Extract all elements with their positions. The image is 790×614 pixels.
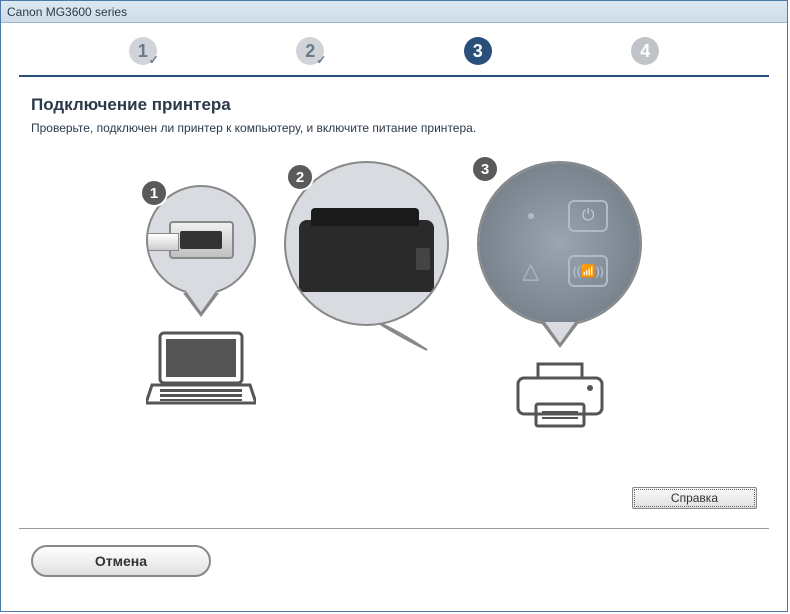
badge-2: 2 bbox=[286, 163, 314, 191]
wizard-steps: 1 2 3 4 bbox=[19, 23, 769, 77]
bubble-tail bbox=[542, 324, 578, 348]
control-panel-bubble-icon: ⏻ △ ((📶)) bbox=[477, 161, 642, 326]
bubble-tail bbox=[183, 293, 219, 317]
power-button-icon: ⏻ bbox=[568, 200, 608, 232]
wireless-button-icon: ((📶)) bbox=[568, 255, 608, 287]
printer-icon bbox=[510, 362, 610, 432]
illustration-area: 1 bbox=[1, 185, 787, 432]
usb-port-icon bbox=[169, 221, 234, 259]
printer-body-icon bbox=[299, 220, 434, 292]
indicator-dot-icon bbox=[528, 213, 534, 219]
page-description: Проверьте, подключен ли принтер к компью… bbox=[31, 121, 757, 135]
bubble-tail-right bbox=[377, 322, 437, 354]
content-area: 1 2 3 4 Подключение принтера Проверьте, … bbox=[1, 23, 787, 611]
illustration-usb-computer: 1 bbox=[146, 185, 256, 409]
illustration-control-panel: 3 ⏻ △ ((📶)) bbox=[477, 161, 642, 432]
page-content: Подключение принтера Проверьте, подключе… bbox=[1, 77, 787, 135]
installer-window: Canon MG3600 series 1 2 3 4 Подключение … bbox=[0, 0, 788, 612]
illustration-printer-side: 2 bbox=[284, 161, 449, 354]
titlebar: Canon MG3600 series bbox=[1, 1, 787, 23]
step-2-done: 2 bbox=[296, 37, 324, 65]
bubble-usb: 1 bbox=[146, 185, 256, 295]
cancel-button-row: Отмена bbox=[31, 545, 211, 577]
step-3-current: 3 bbox=[464, 37, 492, 65]
usb-cable-icon bbox=[146, 233, 179, 251]
divider bbox=[19, 528, 769, 529]
step-4-future: 4 bbox=[631, 37, 659, 65]
warning-triangle-icon: △ bbox=[522, 258, 539, 284]
page-title: Подключение принтера bbox=[31, 95, 757, 115]
laptop-icon bbox=[146, 331, 256, 409]
help-button-row: Справка bbox=[632, 487, 757, 509]
bubble-panel: 3 ⏻ △ ((📶)) bbox=[477, 161, 642, 326]
step-1-done: 1 bbox=[129, 37, 157, 65]
cancel-button[interactable]: Отмена bbox=[31, 545, 211, 577]
help-button[interactable]: Справка bbox=[632, 487, 757, 509]
badge-1: 1 bbox=[140, 179, 168, 207]
badge-3: 3 bbox=[471, 155, 499, 183]
window-title: Canon MG3600 series bbox=[7, 5, 127, 19]
